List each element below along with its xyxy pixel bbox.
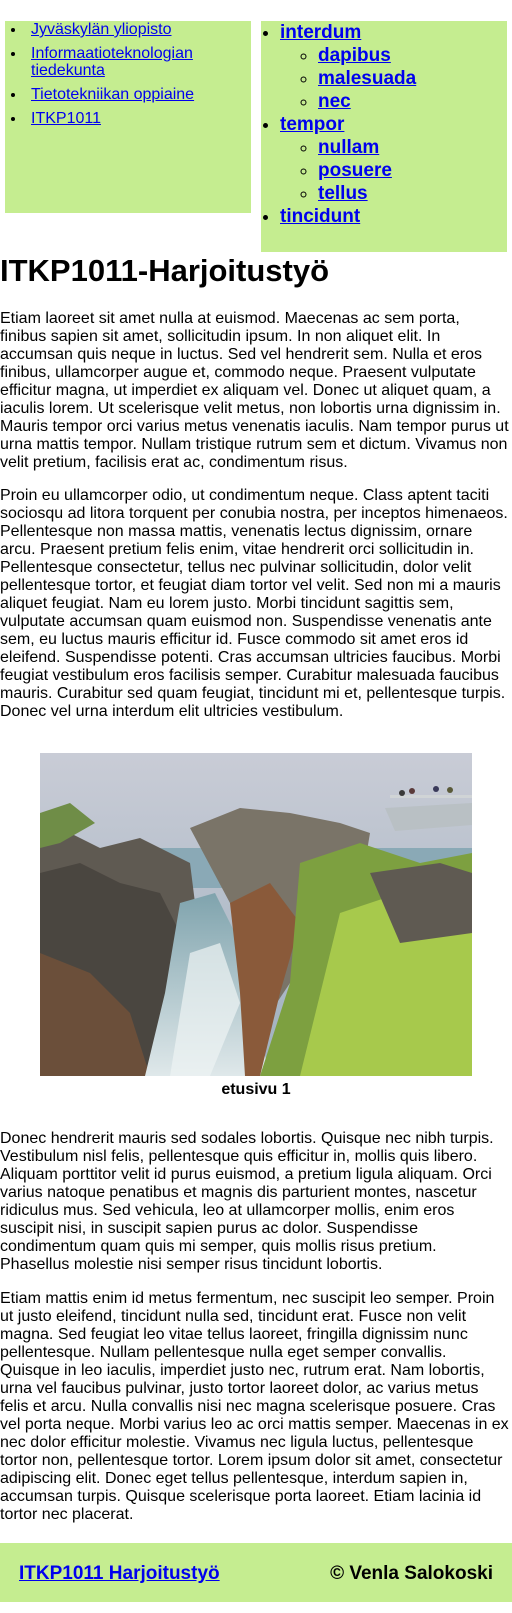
- menu-link-tempor[interactable]: tempor: [280, 114, 344, 135]
- submenu-item: nec: [318, 90, 507, 113]
- body-paragraph-2: Proin eu ullamcorper odio, ut condimentu…: [0, 487, 508, 720]
- site-footer: ITKP1011 Harjoitustyö © Venla Salokoski: [0, 1543, 512, 1602]
- body-paragraph-4: Etiam mattis enim id metus fermentum, ne…: [0, 1290, 509, 1523]
- menu-list: interdum dapibus malesuada nec tempor nu…: [261, 21, 507, 228]
- coastal-gorge-photo: [40, 753, 472, 1076]
- photo-figure: etusivu 1: [40, 753, 472, 1099]
- menu-item-tincidunt: tincidunt: [280, 205, 507, 228]
- breadcrumb-link-department[interactable]: Tietotekniikan oppiaine: [31, 86, 194, 103]
- footer-home-link[interactable]: ITKP1011 Harjoitustyö: [19, 1563, 220, 1585]
- breadcrumb-nav: Jyväskylän yliopisto Informaatioteknolog…: [5, 21, 251, 213]
- breadcrumb-link-university[interactable]: Jyväskylän yliopisto: [31, 21, 172, 38]
- breadcrumb-item: Tietotekniikan oppiaine: [26, 86, 251, 103]
- submenu-link-nullam[interactable]: nullam: [318, 137, 379, 158]
- footer-copyright: © Venla Salokoski: [330, 1563, 493, 1584]
- body-paragraph-3: Donec hendrerit mauris sed sodales lobor…: [0, 1130, 494, 1273]
- menu-item-tempor: tempor nullam posuere tellus: [280, 113, 507, 205]
- main-menu-nav: interdum dapibus malesuada nec tempor nu…: [261, 21, 507, 252]
- breadcrumb-item: Informaatioteknologian tiedekunta: [26, 45, 251, 79]
- submenu-item: malesuada: [318, 67, 507, 90]
- menu-link-tincidunt[interactable]: tincidunt: [280, 206, 360, 227]
- photo-caption: etusivu 1: [221, 1081, 291, 1098]
- submenu-link-dapibus[interactable]: dapibus: [318, 45, 391, 66]
- breadcrumb-link-faculty[interactable]: Informaatioteknologian tiedekunta: [31, 45, 193, 79]
- breadcrumb-list: Jyväskylän yliopisto Informaatioteknolog…: [5, 21, 251, 127]
- submenu-item: dapibus: [318, 44, 507, 67]
- submenu-link-malesuada[interactable]: malesuada: [318, 68, 416, 89]
- body-paragraph-1: Etiam laoreet sit amet nulla at euismod.…: [0, 310, 509, 471]
- submenu-list: nullam posuere tellus: [280, 136, 507, 205]
- submenu-link-nec[interactable]: nec: [318, 91, 351, 112]
- breadcrumb-item: Jyväskylän yliopisto: [26, 21, 251, 38]
- menu-link-interdum[interactable]: interdum: [280, 22, 361, 43]
- menu-item-interdum: interdum dapibus malesuada nec: [280, 21, 507, 113]
- submenu-list: dapibus malesuada nec: [280, 44, 507, 113]
- submenu-item: nullam: [318, 136, 507, 159]
- breadcrumb-link-course[interactable]: ITKP1011: [31, 110, 101, 127]
- breadcrumb-item: ITKP1011: [26, 110, 251, 127]
- submenu-link-posuere[interactable]: posuere: [318, 160, 392, 181]
- submenu-item: tellus: [318, 182, 507, 205]
- page-title: ITKP1011-Harjoitustyö: [0, 253, 330, 288]
- submenu-item: posuere: [318, 159, 507, 182]
- submenu-link-tellus[interactable]: tellus: [318, 183, 368, 204]
